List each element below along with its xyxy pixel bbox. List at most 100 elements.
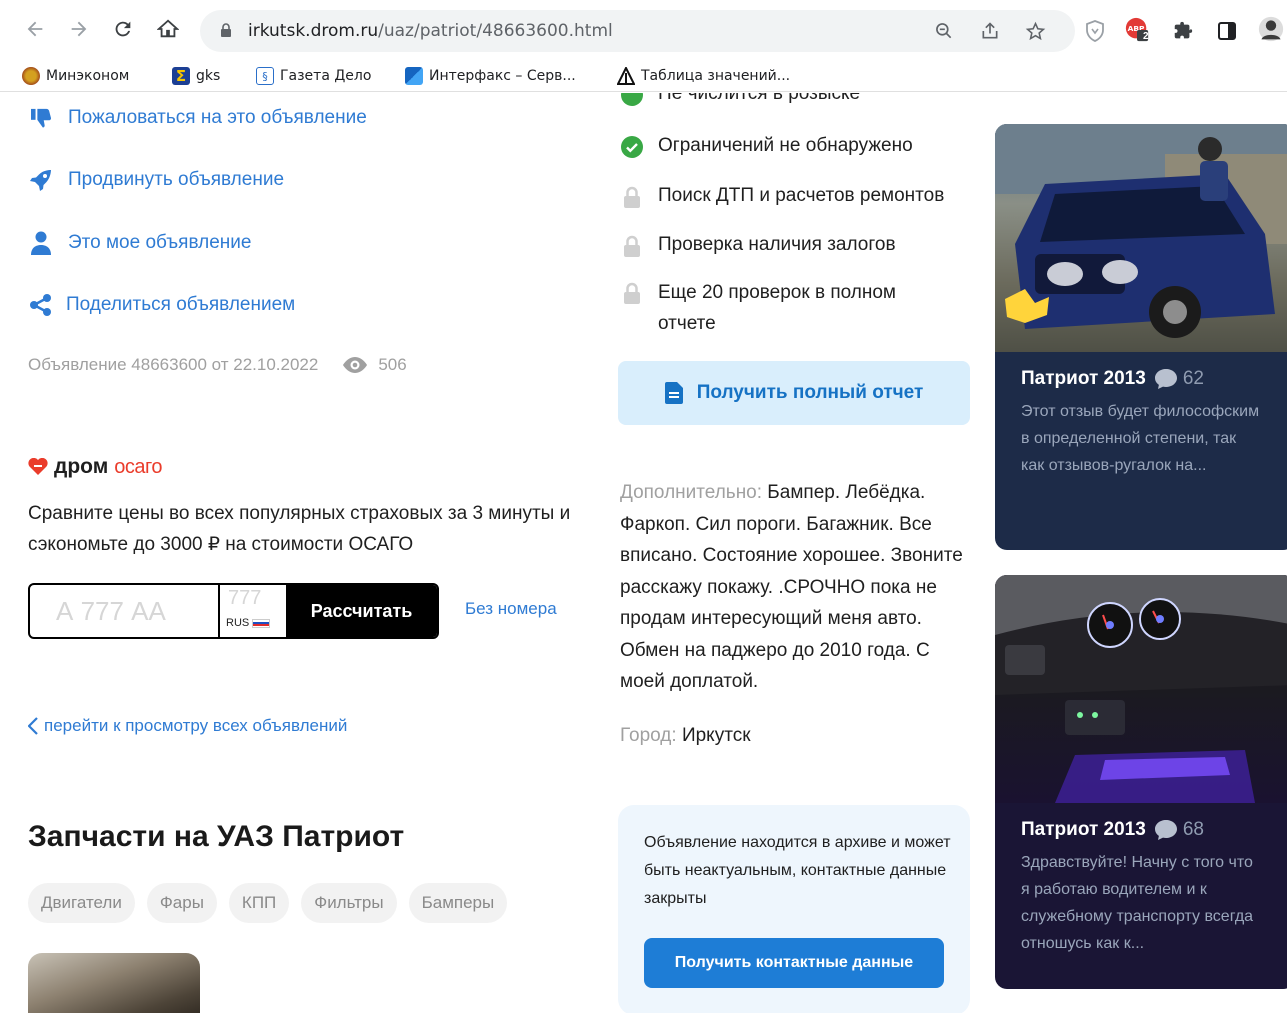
review-excerpt: Этот отзыв будет философским в определен… [1021,403,1260,474]
bookmark-gazeta-delo[interactable]: § Газета Дело [256,67,371,85]
chip-headlights[interactable]: Фары [146,883,217,923]
plate-input-group: А 777 АА 777 RUS Рассчитать [28,583,439,639]
view-count: 506 [378,355,407,374]
profile-avatar-icon[interactable] [1258,16,1284,42]
review-photo-dashboard [995,575,1287,803]
city-value: Иркутск [676,725,751,746]
chip-gearbox[interactable]: КПП [228,883,290,923]
check-item-accidents: Поиск ДТП и расчетов ремонтов [620,185,944,209]
plate-region-input[interactable]: 777 RUS [220,585,286,637]
listing-id-date: Объявление 48663600 от 22.10.2022 [28,355,319,374]
review-model: Патриот 2013 [1021,368,1146,389]
city-label: Город: [620,725,677,746]
padlock-icon [620,185,644,209]
review-excerpt: Здравствуйте! Начну с того что я работаю… [1021,854,1254,952]
review-card[interactable]: Патриот 2013 68 Здравствуйте! Начну с то… [995,575,1287,989]
share-page-icon[interactable] [979,20,1001,42]
review-title: Патриот 2013 62 [1021,368,1269,390]
parts-chips: Двигатели Фары КПП Фильтры Бамперы [28,883,508,923]
url-host: irkutsk.drom.ru [248,21,379,41]
bookmark-table[interactable]: Таблица значений... [616,65,791,85]
bookmark-label: Минэконом [46,68,130,84]
full-report-button[interactable]: Получить полный отчет [618,361,970,425]
review-body: Патриот 2013 68 Здравствуйте! Начну с то… [995,803,1287,957]
puzzle-extensions-icon[interactable] [1170,18,1196,44]
comment-count-value: 62 [1182,368,1204,389]
country-code: RUS [226,617,271,629]
check-green-icon [620,135,644,159]
additional-description: Дополнительно: Бампер. Лебёдка. Фаркоп. … [620,477,975,698]
page-content: Пожаловаться на это объявление Продвинут… [0,93,1287,1013]
archive-text: Объявление находится в архиве и может бы… [644,834,951,907]
adblock-extension-icon[interactable]: ABP 2 [1124,17,1150,43]
promote-label: Продвинуть объявление [68,169,285,190]
browser-toolbar: irkutsk.drom.ru/uaz/patriot/48663600.htm… [0,0,1287,62]
back-link-label: перейти к просмотру всех объявлений [44,716,348,735]
complain-link[interactable]: Пожаловаться на это объявление [28,105,367,131]
drom-osago-logo: дром осаго [28,455,162,479]
shield-extension-icon[interactable] [1082,18,1108,44]
back-to-listings-link[interactable]: перейти к просмотру всех объявлений [28,716,347,736]
description-text: Бампер. Лебёдка. Фаркоп. Сил пороги. Баг… [620,482,963,692]
part-thumbnail-image[interactable] [28,953,200,1013]
check-item-restrictions: Ограничений не обнаружено [620,135,913,159]
padlock-icon [620,281,644,305]
home-icon[interactable] [153,14,183,44]
comment-bubble-icon [1154,369,1177,389]
bookmark-minekonom[interactable]: Минэконом [22,67,129,85]
reload-icon[interactable] [108,14,138,44]
zoom-icon[interactable] [933,20,955,42]
comment-count-value: 68 [1182,819,1204,840]
plate-number-input[interactable]: А 777 АА [30,585,220,637]
address-bar[interactable]: irkutsk.drom.ru/uaz/patriot/48663600.htm… [200,10,1075,52]
chip-bumpers[interactable]: Бамперы [408,883,508,923]
bookmark-label: Газета Дело [280,68,372,84]
bookmark-interfax[interactable]: Интерфакс – Серв... [405,67,576,85]
promote-link[interactable]: Продвинуть объявление [28,167,284,193]
my-listing-link[interactable]: Это мое объявление [28,230,251,256]
lock-icon [221,23,231,37]
check-item-pledges: Проверка наличия залогов [620,234,896,258]
check-label: Поиск ДТП и расчетов ремонтов [658,185,945,206]
my-listing-label: Это мое объявление [68,232,252,253]
no-plate-link[interactable]: Без номера [465,599,557,619]
review-card[interactable]: Патриот 2013 62 Этот отзыв будет философ… [995,124,1287,550]
comment-count: 68 [1154,819,1204,841]
check-label: Проверка наличия залогов [658,234,896,255]
rocket-icon [28,167,54,193]
description-label: Дополнительно: [620,482,763,503]
share-icon [28,292,54,318]
share-listing-link[interactable]: Поделиться объявлением [28,292,295,318]
parts-title: Запчасти на УАЗ Патриот [28,820,405,853]
thumb-down-icon [28,105,54,131]
emblem-icon [22,67,40,85]
check-green-icon [620,93,644,107]
check-item-partial: Не числится в розыске [620,93,860,107]
chip-engines[interactable]: Двигатели [28,883,135,923]
drom-brand: дром [54,455,109,478]
bookmark-label: Таблица значений... [641,68,791,84]
forward-arrow-icon[interactable] [64,14,94,44]
share-listing-label: Поделиться объявлением [66,294,296,315]
chevron-left-icon [28,717,38,735]
user-icon [28,230,54,256]
extension-badge: 2 [1143,31,1149,42]
side-panel-icon[interactable] [1214,18,1240,44]
sigma-icon: Σ [172,67,190,85]
back-arrow-icon[interactable] [20,14,50,44]
get-contacts-button[interactable]: Получить контактные данные [644,938,944,988]
complain-label: Пожаловаться на это объявление [68,107,367,128]
check-label: Еще 20 проверок в полном отчете [658,282,896,334]
drom-heart-icon [28,458,48,476]
listing-meta: Объявление 48663600 от 22.10.2022 506 [28,355,407,375]
bookmark-gks[interactable]: Σ gks [172,67,220,85]
calculate-button[interactable]: Рассчитать [286,585,437,637]
bookmark-label: gks [196,68,221,84]
chip-filters[interactable]: Фильтры [301,883,397,923]
region-placeholder: 777 [228,587,262,609]
check-label: Ограничений не обнаружено [658,135,913,156]
russia-flag-icon [252,618,271,628]
newspaper-icon: § [256,67,274,85]
bookmark-star-icon[interactable] [1024,20,1046,42]
bookmarks-bar: Минэконом Σ gks § Газета Дело Интерфакс … [0,62,1287,92]
